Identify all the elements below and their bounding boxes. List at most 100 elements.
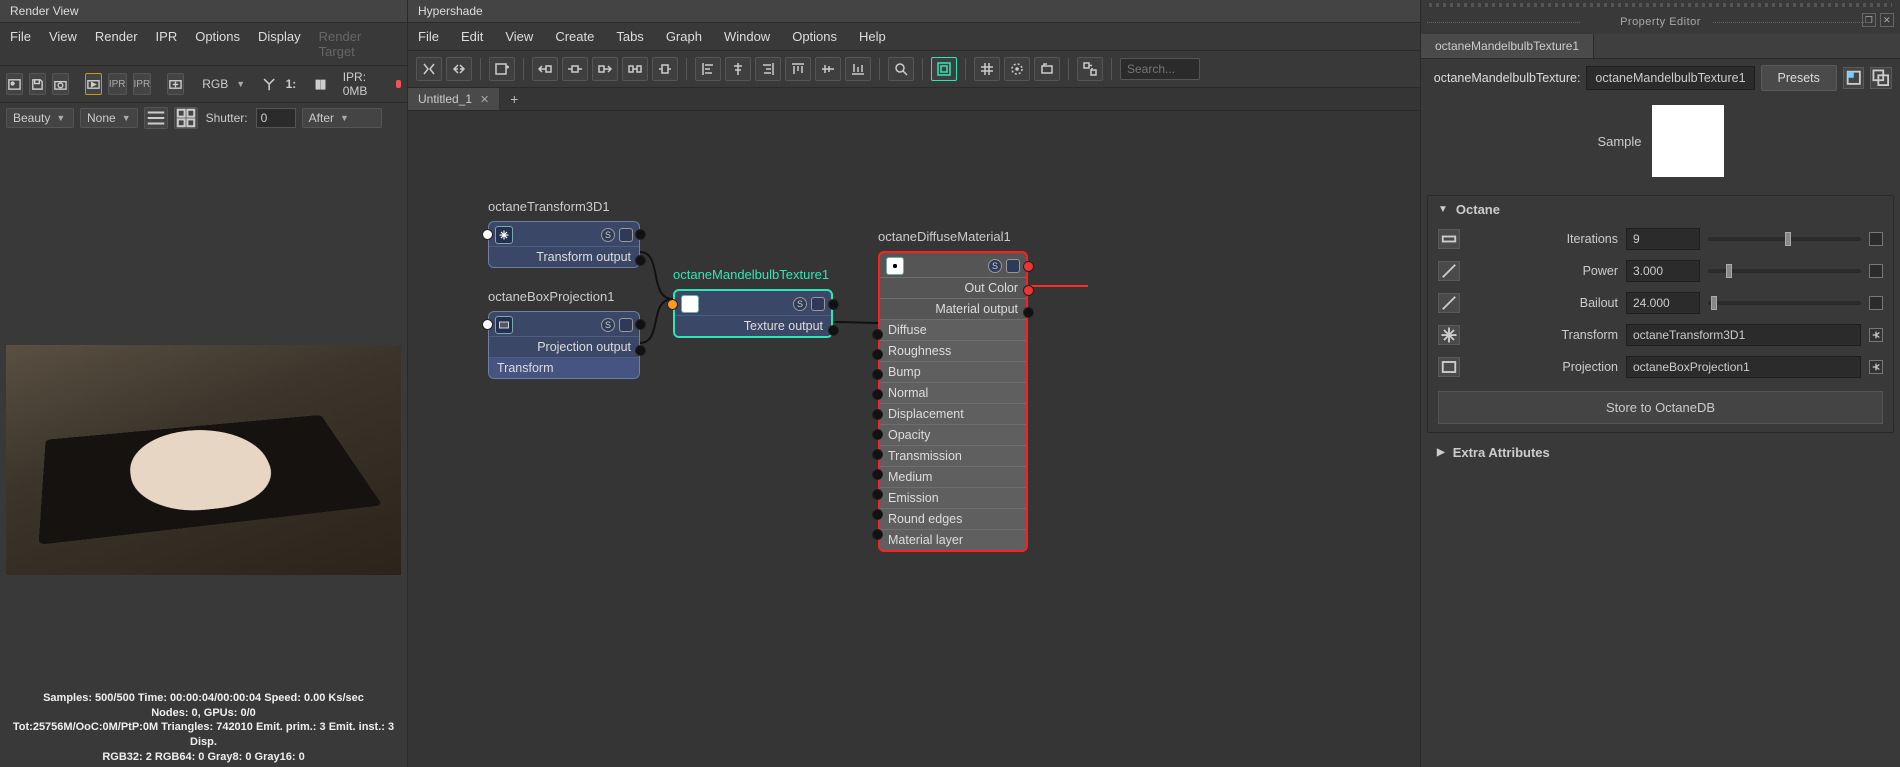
projection-icon[interactable] bbox=[1438, 357, 1460, 377]
output-port[interactable] bbox=[828, 299, 839, 310]
node-octane-mandelbulb-texture[interactable]: octaneMandelbulbTexture1 S Texture outpu… bbox=[673, 289, 833, 338]
node-graph[interactable]: octaneTransform3D1 S Transform output oc… bbox=[408, 111, 1420, 767]
align-top-icon[interactable] bbox=[785, 57, 811, 81]
open-image-icon[interactable] bbox=[6, 73, 23, 95]
align-center-icon[interactable] bbox=[725, 57, 751, 81]
hs-menu-help[interactable]: Help bbox=[859, 29, 886, 44]
node-s-icon[interactable]: S bbox=[793, 297, 807, 311]
hs-menu-view[interactable]: View bbox=[505, 29, 533, 44]
output-port[interactable] bbox=[1023, 285, 1034, 296]
input-port[interactable] bbox=[872, 509, 883, 520]
node-menu-icon[interactable] bbox=[811, 297, 825, 311]
bailout-input[interactable] bbox=[1626, 292, 1700, 314]
input-port[interactable] bbox=[872, 369, 883, 380]
output-port[interactable] bbox=[635, 229, 646, 240]
projection-input[interactable] bbox=[1626, 356, 1861, 378]
bailout-icon[interactable] bbox=[1438, 293, 1460, 313]
snapshot-icon[interactable] bbox=[52, 73, 69, 95]
shutter-input[interactable] bbox=[256, 108, 296, 128]
menu-options[interactable]: Options bbox=[195, 29, 240, 59]
exposure-icon[interactable] bbox=[261, 73, 277, 95]
hs-menu-graph[interactable]: Graph bbox=[666, 29, 702, 44]
align-left-icon[interactable] bbox=[695, 57, 721, 81]
hs-menu-options[interactable]: Options bbox=[792, 29, 837, 44]
menu-view[interactable]: View bbox=[49, 29, 77, 59]
hs-menu-file[interactable]: File bbox=[418, 29, 439, 44]
copy-tab-icon[interactable] bbox=[1870, 67, 1892, 89]
section-extra-attributes[interactable]: ▶ Extra Attributes bbox=[1427, 439, 1894, 466]
after-dropdown[interactable]: After▼ bbox=[302, 108, 382, 128]
input-port[interactable] bbox=[667, 299, 678, 310]
collapse-io-icon[interactable] bbox=[652, 57, 678, 81]
input-port[interactable] bbox=[872, 349, 883, 360]
add-tab-icon[interactable] bbox=[489, 57, 515, 81]
iterations-input[interactable] bbox=[1626, 228, 1700, 250]
menu-ipr[interactable]: IPR bbox=[156, 29, 178, 59]
search-input[interactable] bbox=[1120, 58, 1200, 80]
menu-render[interactable]: Render bbox=[95, 29, 138, 59]
render-settings-icon[interactable] bbox=[167, 73, 184, 95]
output-port[interactable] bbox=[1023, 307, 1034, 318]
align-middle-icon[interactable] bbox=[815, 57, 841, 81]
node-menu-icon[interactable] bbox=[619, 228, 633, 242]
toggle-grid-icon[interactable] bbox=[1004, 57, 1030, 81]
save-image-icon[interactable] bbox=[29, 73, 46, 95]
show-hide-icon[interactable] bbox=[1843, 67, 1865, 89]
menu-display[interactable]: Display bbox=[258, 29, 301, 59]
ipr-refresh-icon[interactable]: IPR bbox=[133, 73, 152, 95]
bailout-slider[interactable] bbox=[1708, 301, 1861, 305]
input-port[interactable] bbox=[482, 319, 493, 330]
render-icon[interactable] bbox=[85, 73, 102, 95]
presets-button[interactable]: Presets bbox=[1761, 65, 1837, 91]
node-s-icon[interactable]: S bbox=[601, 318, 615, 332]
color-mode-label[interactable]: RGB bbox=[200, 77, 230, 91]
ipr-start-icon[interactable]: IPR bbox=[108, 73, 127, 95]
bookmark-icon[interactable] bbox=[1034, 57, 1060, 81]
transform-map-button[interactable] bbox=[1869, 328, 1883, 342]
align-right-icon[interactable] bbox=[755, 57, 781, 81]
input-port[interactable] bbox=[872, 489, 883, 500]
input-port[interactable] bbox=[872, 429, 883, 440]
zoom-icon[interactable] bbox=[888, 57, 914, 81]
expand-io-icon[interactable] bbox=[622, 57, 648, 81]
render-viewport[interactable]: Samples: 500/500 Time: 00:00:04/00:00:04… bbox=[0, 133, 407, 767]
input-connections-icon[interactable] bbox=[532, 57, 558, 81]
power-icon[interactable] bbox=[1438, 261, 1460, 281]
input-port[interactable] bbox=[872, 409, 883, 420]
solo-material-icon[interactable] bbox=[1077, 57, 1103, 81]
iterations-icon[interactable] bbox=[1438, 229, 1460, 249]
input-port[interactable] bbox=[872, 469, 883, 480]
io-connections-icon[interactable] bbox=[562, 57, 588, 81]
power-slider[interactable] bbox=[1708, 269, 1861, 273]
power-map-button[interactable] bbox=[1869, 264, 1883, 278]
output-port[interactable] bbox=[635, 255, 646, 266]
menu-file[interactable]: File bbox=[10, 29, 31, 59]
store-to-octanedb-button[interactable]: Store to OctaneDB bbox=[1438, 391, 1883, 424]
frame-all-icon[interactable] bbox=[931, 57, 957, 81]
close-window-icon[interactable]: ✕ bbox=[1880, 13, 1894, 27]
transform-icon[interactable] bbox=[1438, 325, 1460, 345]
hs-menu-create[interactable]: Create bbox=[555, 29, 594, 44]
output-port[interactable] bbox=[635, 345, 646, 356]
layers-icon[interactable] bbox=[144, 107, 168, 129]
grid-snap-icon[interactable] bbox=[974, 57, 1000, 81]
clear-graph-icon[interactable] bbox=[416, 57, 442, 81]
pause-icon[interactable]: ▮▮ bbox=[314, 76, 324, 92]
projection-map-button[interactable] bbox=[1869, 360, 1883, 374]
transform-input[interactable] bbox=[1626, 324, 1861, 346]
output-port[interactable] bbox=[828, 325, 839, 336]
hs-menu-window[interactable]: Window bbox=[724, 29, 770, 44]
node-octane-diffuse-material[interactable]: octaneDiffuseMaterial1 S Out Color Mater… bbox=[878, 251, 1028, 552]
input-port[interactable] bbox=[872, 529, 883, 540]
node-octane-box-projection[interactable]: octaneBoxProjection1 S Projection output… bbox=[488, 311, 640, 379]
hs-menu-tabs[interactable]: Tabs bbox=[616, 29, 643, 44]
grid-icon[interactable] bbox=[174, 107, 198, 129]
input-port[interactable] bbox=[482, 229, 493, 240]
rearrange-graph-icon[interactable] bbox=[446, 57, 472, 81]
restore-window-icon[interactable]: ❐ bbox=[1862, 13, 1876, 27]
output-port[interactable] bbox=[635, 319, 646, 330]
output-connections-icon[interactable] bbox=[592, 57, 618, 81]
input-port[interactable] bbox=[872, 449, 883, 460]
add-tab-button[interactable]: + bbox=[500, 88, 528, 110]
hs-menu-edit[interactable]: Edit bbox=[461, 29, 483, 44]
